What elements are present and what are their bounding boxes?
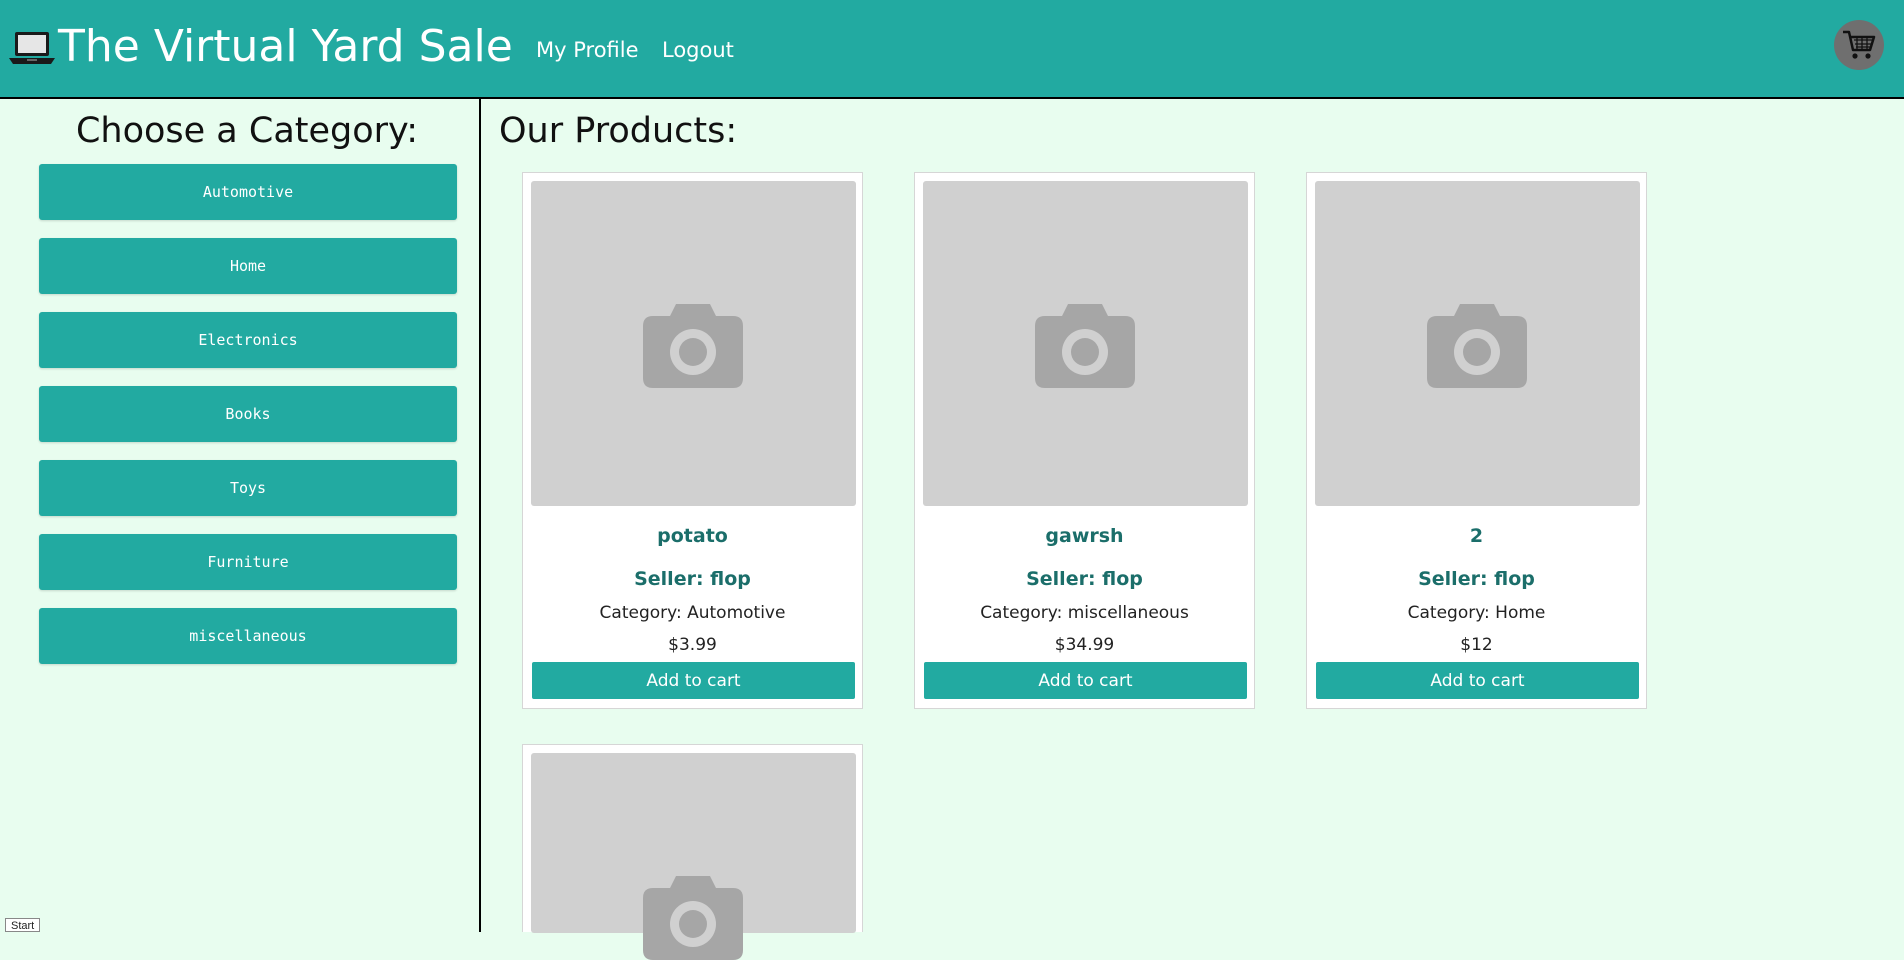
- product-price: $12: [1460, 635, 1493, 655]
- product-category: Category: Automotive: [599, 603, 786, 623]
- product-price: $3.99: [668, 635, 717, 655]
- product-card: 2 Seller: flop Category: Home $12 Add to…: [1306, 172, 1647, 709]
- product-image[interactable]: [531, 753, 856, 960]
- start-tooltip: Start: [5, 918, 41, 932]
- laptop-icon: [9, 30, 55, 66]
- product-card: [522, 744, 863, 960]
- category-button-furniture[interactable]: Furniture: [39, 534, 457, 590]
- product-image[interactable]: [531, 181, 856, 506]
- add-to-cart-button[interactable]: Add to cart: [1316, 662, 1639, 699]
- product-card: potato Seller: flop Category: Automotive…: [522, 172, 863, 709]
- product-name[interactable]: potato: [523, 525, 862, 547]
- category-button-home[interactable]: Home: [39, 238, 457, 294]
- products-heading: Our Products:: [499, 111, 738, 151]
- cart-button[interactable]: [1834, 20, 1884, 70]
- product-seller: Seller: flop: [634, 568, 751, 590]
- logout-link[interactable]: Logout: [662, 37, 734, 63]
- product-card: gawrsh Seller: flop Category: miscellane…: [914, 172, 1255, 709]
- category-button-automotive[interactable]: Automotive: [39, 164, 457, 220]
- category-heading: Choose a Category:: [75, 111, 419, 151]
- product-name[interactable]: gawrsh: [915, 525, 1254, 547]
- product-category: Category: Home: [1407, 603, 1546, 623]
- category-button-miscellaneous[interactable]: miscellaneous: [39, 608, 457, 664]
- product-seller: Seller: flop: [1418, 568, 1535, 590]
- product-image[interactable]: [923, 181, 1248, 506]
- add-to-cart-button[interactable]: Add to cart: [532, 662, 855, 699]
- category-button-toys[interactable]: Toys: [39, 460, 457, 516]
- product-name[interactable]: 2: [1307, 525, 1646, 547]
- my-profile-link[interactable]: My Profile: [536, 37, 639, 63]
- site-title[interactable]: The Virtual Yard Sale: [58, 20, 513, 74]
- category-sidebar: Choose a Category: Automotive Home Elect…: [0, 99, 481, 932]
- product-image[interactable]: [1315, 181, 1640, 506]
- category-button-electronics[interactable]: Electronics: [39, 312, 457, 368]
- site-header: The Virtual Yard Sale My Profile Logout: [0, 0, 1904, 99]
- product-seller: Seller: flop: [1026, 568, 1143, 590]
- add-to-cart-button[interactable]: Add to cart: [924, 662, 1247, 699]
- category-button-books[interactable]: Books: [39, 386, 457, 442]
- product-price: $34.99: [1054, 635, 1115, 655]
- product-category: Category: miscellaneous: [980, 603, 1189, 623]
